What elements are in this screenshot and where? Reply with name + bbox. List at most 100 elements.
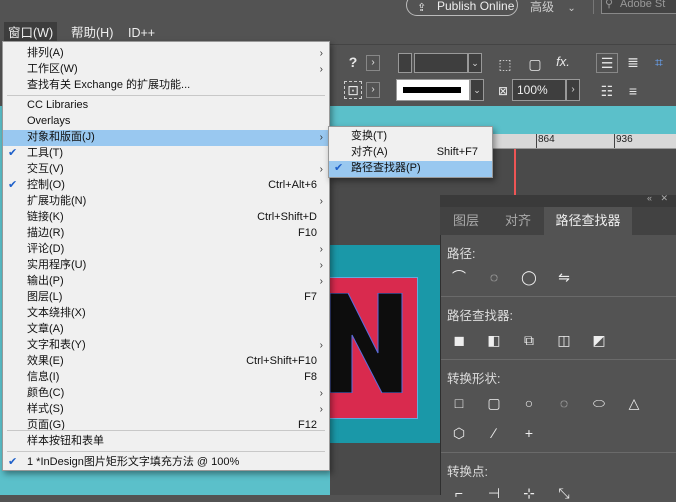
chevron-down-icon[interactable]: ⌄ xyxy=(468,53,482,73)
intersect-shape-icon[interactable]: ⧉ xyxy=(520,331,538,349)
arrow-right-icon[interactable]: › xyxy=(366,82,380,98)
adobe-stock-search-input[interactable]: ⚲ Adobe St xyxy=(601,0,676,14)
content-frame-icon[interactable]: ▢ xyxy=(526,55,544,73)
object-layout-submenu: 变换(T) 对齐(A) Shift+F7 ✔ 路径查找器(P) xyxy=(328,126,493,178)
effects-fx-icon[interactable]: fx. xyxy=(554,53,572,71)
letter-n-shape[interactable] xyxy=(330,293,406,393)
plain-point-icon[interactable]: ⌐ xyxy=(450,484,468,502)
menu-item[interactable]: 评论(D) › xyxy=(3,242,329,258)
menu-item-label: 颜色(C) xyxy=(27,387,65,399)
menu-item-label: 工作区(W) xyxy=(27,63,78,75)
menu-item[interactable]: 查找有关 Exchange 的扩展功能... xyxy=(3,78,329,94)
close-icon[interactable]: ✕ xyxy=(660,193,668,204)
line-icon[interactable]: ∕ xyxy=(485,424,503,442)
symmetrical-point-icon[interactable]: ⤡ xyxy=(555,484,573,502)
ruler-tick xyxy=(614,134,615,148)
menu-item-shortcut: F7 xyxy=(304,291,317,303)
chevron-down-icon[interactable]: ⌄ xyxy=(470,79,484,101)
menu-separator xyxy=(7,430,325,431)
open-path-icon[interactable]: ◌ xyxy=(485,268,503,286)
menu-item[interactable]: 描边(R) F10 xyxy=(3,226,329,242)
divider xyxy=(593,0,594,14)
menu-item[interactable]: ✔ 1 *InDesign图片矩形文字填充方法 @ 100% xyxy=(3,455,329,471)
menu-item-label: 工具(T) xyxy=(27,147,64,159)
menu-item[interactable]: 页面(G) F12 xyxy=(3,418,329,434)
publish-online-button[interactable]: ⇪ Publish Online xyxy=(406,0,518,16)
menu-item[interactable]: 链接(K) Ctrl+Shift+D xyxy=(3,210,329,226)
menu-separator xyxy=(7,95,325,96)
help-question-icon[interactable]: ? xyxy=(344,53,362,71)
transform-icon[interactable]: ⌗ xyxy=(650,53,668,71)
minus-back-icon[interactable]: ◩ xyxy=(590,331,608,349)
rounded-rectangle-icon[interactable]: ▢ xyxy=(485,394,503,412)
frame-fitting-icon[interactable]: ⬚ xyxy=(496,55,514,73)
menu-item[interactable]: 扩展功能(N) › xyxy=(3,194,329,210)
smooth-point-icon[interactable]: ⊹ xyxy=(520,484,538,502)
triangle-icon[interactable]: △ xyxy=(625,394,643,412)
menu-item[interactable]: 样本按钮和表单 xyxy=(3,434,329,450)
menu-item[interactable]: ✔ 工具(T) xyxy=(3,146,329,162)
arrow-right-icon[interactable]: › xyxy=(366,55,380,71)
menu-item[interactable]: 对象和版面(J) › xyxy=(3,130,329,146)
ruler-label: 864 xyxy=(538,134,555,145)
submenu-item-label: 路径查找器(P) xyxy=(351,162,421,174)
menu-item[interactable]: 效果(E) Ctrl+Shift+F10 xyxy=(3,354,329,370)
orthogonal-line-icon[interactable]: + xyxy=(520,424,538,442)
join-path-icon[interactable]: ⌒ xyxy=(450,268,468,286)
exclude-overlap-icon[interactable]: ◫ xyxy=(555,331,573,349)
ellipse-icon[interactable]: ⬭ xyxy=(590,394,608,412)
stroke-type-swatch[interactable] xyxy=(396,79,470,101)
menu-item[interactable]: 信息(I) F8 xyxy=(3,370,329,386)
menu-item[interactable]: ✔ 控制(O) Ctrl+Alt+6 xyxy=(3,178,329,194)
collapse-icon[interactable]: « xyxy=(647,193,652,203)
menu-item[interactable]: 图层(L) F7 xyxy=(3,290,329,306)
menu-item[interactable]: 文章(A) xyxy=(3,322,329,338)
submenu-item[interactable]: 变换(T) xyxy=(329,129,492,145)
align-left-icon[interactable]: ☰ xyxy=(596,53,618,73)
menu-item[interactable]: 文字和表(Y) › xyxy=(3,338,329,354)
menu-item[interactable]: 输出(P) › xyxy=(3,274,329,290)
reverse-path-icon[interactable]: ⇋ xyxy=(555,268,573,286)
select-container-icon[interactable]: ⊡ xyxy=(344,81,362,99)
close-path-icon[interactable]: ◯ xyxy=(520,268,538,286)
corner-point-icon[interactable]: ⊣ xyxy=(485,484,503,502)
zoom-input[interactable]: 100% xyxy=(512,79,566,101)
tab-pathfinder[interactable]: 路径查找器 xyxy=(544,207,632,235)
menu-item[interactable]: CC Libraries xyxy=(3,98,329,114)
menu-item[interactable]: 排列(A) › xyxy=(3,46,329,62)
menu-item-label: 排列(A) xyxy=(27,47,64,59)
align-justify-icon[interactable]: ≡ xyxy=(624,82,642,100)
stroke-weight-stepper[interactable] xyxy=(398,53,412,73)
menu-item[interactable]: Overlays xyxy=(3,114,329,130)
submenu-item[interactable]: ✔ 路径查找器(P) xyxy=(329,161,492,177)
window-menu-dropdown: 排列(A) › 工作区(W) › 查找有关 Exchange 的扩展功能... CC Li… xyxy=(2,41,330,471)
submenu-arrow-icon: › xyxy=(319,260,323,271)
menu-item[interactable]: 工作区(W) › xyxy=(3,62,329,78)
tab-layers[interactable]: 图层 xyxy=(440,207,492,235)
menu-item[interactable]: 样式(S) › xyxy=(3,402,329,418)
ruler-tick xyxy=(536,134,537,148)
rectangle-icon[interactable]: □ xyxy=(450,394,468,412)
align-center-icon[interactable]: ☷ xyxy=(598,82,616,100)
menu-item[interactable]: 交互(V) › xyxy=(3,162,329,178)
submenu-item[interactable]: 对齐(A) Shift+F7 xyxy=(329,145,492,161)
menu-item[interactable]: 颜色(C) › xyxy=(3,386,329,402)
polygon-icon[interactable]: ⬡ xyxy=(450,424,468,442)
menu-item-label: 样式(S) xyxy=(27,403,64,415)
align-distribute-icon[interactable]: ≣ xyxy=(624,53,642,71)
add-shape-icon[interactable]: ◼ xyxy=(450,331,468,349)
stroke-weight-input[interactable] xyxy=(414,53,468,73)
menu-item[interactable]: 文本绕排(X) xyxy=(3,306,329,322)
subtract-shape-icon[interactable]: ◧ xyxy=(485,331,503,349)
divider xyxy=(441,296,676,297)
inverse-rounded-icon[interactable]: ◌ xyxy=(555,394,573,412)
menu-item-label: 交互(V) xyxy=(27,163,64,175)
menu-item[interactable]: 实用程序(U) › xyxy=(3,258,329,274)
opacity-icon: ⊠ xyxy=(497,84,509,98)
arrow-right-icon[interactable]: › xyxy=(566,79,580,101)
menu-separator xyxy=(7,451,325,452)
workspace-switcher[interactable]: 高级 ⌄ xyxy=(530,0,576,15)
beveled-rectangle-icon[interactable]: ○ xyxy=(520,394,538,412)
tab-align[interactable]: 对齐 xyxy=(492,207,544,235)
panel-title-bar[interactable]: « ✕ xyxy=(440,193,676,207)
